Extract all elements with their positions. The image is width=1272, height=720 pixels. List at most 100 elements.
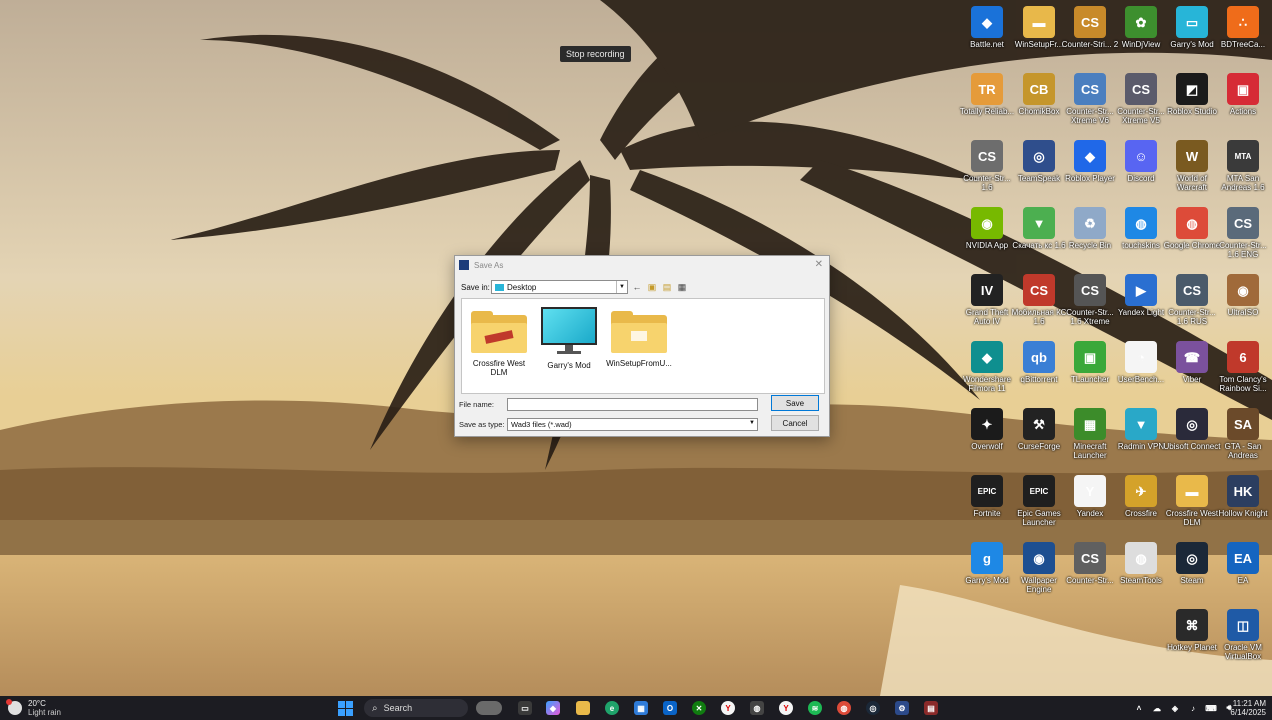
desktop-icon[interactable]: CS Counter-Str... 1.6 Xtreme	[1061, 274, 1119, 326]
desktop-icon[interactable]: ◍ Google Chrome	[1163, 207, 1221, 250]
app-icon: ▬	[1023, 6, 1055, 38]
desktop-icon[interactable]: ◎ Ubisoft Connect	[1163, 408, 1221, 451]
cancel-button[interactable]: Cancel	[771, 415, 819, 431]
cloud-icon[interactable]: ☁	[1150, 701, 1164, 715]
steam-tools-icon[interactable]: ◍	[750, 701, 764, 715]
desktop-icon[interactable]: ☺ Discord	[1112, 140, 1170, 183]
view-menu-icon[interactable]: ▦	[676, 281, 688, 293]
desktop-icon[interactable]: ◆ Roblox Player	[1061, 140, 1119, 183]
edge-icon[interactable]: e	[605, 701, 619, 715]
desktop-icon[interactable]: ▦ Minecraft Launcher	[1061, 408, 1119, 460]
desktop-icon[interactable]: ◉ UltraISO	[1214, 274, 1272, 317]
desktop-icon[interactable]: ▬ Crossfire West DLM	[1163, 475, 1221, 527]
dialog-title-bar[interactable]: Save As	[455, 256, 829, 274]
tool-icon[interactable]: ⚙	[895, 701, 909, 715]
chevron-up-icon[interactable]: ˄	[1132, 701, 1146, 715]
save-button[interactable]: Save	[771, 395, 819, 411]
desktop-icon[interactable]: CS Counter-Stri... 2	[1061, 6, 1119, 49]
widgets-icon[interactable]	[476, 701, 502, 715]
up-folder-icon[interactable]: ▣	[646, 281, 658, 293]
desktop-icon[interactable]: CS Counter-Str... 1.6	[958, 140, 1016, 192]
desktop-icon[interactable]: ♻ Recycle Bin	[1061, 207, 1119, 250]
new-folder-icon[interactable]: ▤	[661, 281, 673, 293]
outlook-icon[interactable]: O	[663, 701, 677, 715]
desktop-icon[interactable]: CS Counter-Str... Xtreme V6	[1061, 73, 1119, 125]
desktop-icon[interactable]: CB ChomikBox	[1010, 73, 1068, 116]
desktop-icon[interactable]: W World of Warcraft	[1163, 140, 1221, 192]
desktop-icon[interactable]: ✈ Crossfire	[1112, 475, 1170, 518]
desktop-icon[interactable]: Y Yandex	[1061, 475, 1119, 518]
desktop-icon[interactable]: CS Counter-Str... 1.6 RUS	[1163, 274, 1221, 326]
desktop-icon[interactable]: qb qBittorrent	[1010, 341, 1068, 384]
desktop-icon[interactable]: ✦ Overwolf	[958, 408, 1016, 451]
list-item[interactable]: Crossfire West DLM	[464, 307, 534, 377]
desktop-icon[interactable]: ◫ Oracle VM VirtualBox	[1214, 609, 1272, 661]
desktop-icon[interactable]: ▼ Radmin VPN	[1112, 408, 1170, 451]
spotify-icon[interactable]: ≋	[808, 701, 822, 715]
list-item[interactable]: Garry's Mod	[534, 307, 604, 370]
close-icon[interactable]: ✕	[815, 259, 823, 270]
yandex-browser-icon[interactable]: Y	[779, 701, 793, 715]
yandex-icon[interactable]: Y	[721, 701, 735, 715]
save-in-dropdown[interactable]: Desktop ▼	[491, 280, 628, 294]
file-name-input[interactable]	[507, 398, 758, 411]
desktop-icon[interactable]: ◍ touchskins	[1112, 207, 1170, 250]
desktop-icon[interactable]: HK Hollow Knight	[1214, 475, 1272, 518]
desktop-icon[interactable]: ▭ Garry's Mod	[1163, 6, 1221, 49]
desktop-icon[interactable]: ▬ WinSetupFr...	[1010, 6, 1068, 49]
desktop-icon[interactable]: ◆ Wondershare Filmora 11	[958, 341, 1016, 393]
store-icon[interactable]: ▦	[634, 701, 648, 715]
app-tray-icon[interactable]: ◈	[1168, 701, 1182, 715]
desktop-icon[interactable]: MTA MTA San Andreas 1.6	[1214, 140, 1272, 192]
desktop-icon[interactable]: ▣ Actions	[1214, 73, 1272, 116]
desktop-icon[interactable]: EPIC Fortnite	[958, 475, 1016, 518]
desktop-icon[interactable]: CS Мобильная КС 1.6	[1010, 274, 1068, 326]
start-button[interactable]	[338, 701, 353, 716]
steam-icon[interactable]: ◎	[866, 701, 880, 715]
desktop-icon[interactable]: ∴ BDTreeCa...	[1214, 6, 1272, 49]
task-view-icon[interactable]: ▭	[518, 701, 532, 715]
language-icon[interactable]: ⌨	[1204, 701, 1218, 715]
mic-icon[interactable]: ♪	[1186, 701, 1200, 715]
desktop-icon-label: WinSetupFr...	[1014, 40, 1064, 49]
desktop-icon[interactable]: ▼ Скачать кс 1.6	[1010, 207, 1068, 250]
editor-icon[interactable]: ▤	[924, 701, 938, 715]
desktop-icon[interactable]: ◉ NVIDIA App	[958, 207, 1016, 250]
back-icon[interactable]: ←	[631, 281, 643, 293]
desktop-icon[interactable]: ◉ Wallpaper Engine	[1010, 542, 1068, 594]
desktop-icon[interactable]: CS Counter-Str... Xtreme V5	[1112, 73, 1170, 125]
desktop-icon[interactable]: g Garry's Mod	[958, 542, 1016, 585]
desktop-icon[interactable]: ◆ Battle.net	[958, 6, 1016, 49]
desktop-icon[interactable]: ☎ Viber	[1163, 341, 1221, 384]
desktop-icon[interactable]: ▣ TLauncher	[1061, 341, 1119, 384]
desktop-icon[interactable]: ◔ UserBench...	[1112, 341, 1170, 384]
weather-widget[interactable]: 20°C Light rain	[6, 699, 61, 717]
desktop-icon[interactable]: ◎ TeamSpeak	[1010, 140, 1068, 183]
desktop-icon[interactable]: 6 Tom Clancy's Rainbow Si...	[1214, 341, 1272, 393]
app-icon: ☎	[1176, 341, 1208, 373]
list-item[interactable]: WinSetupFromU...	[604, 307, 674, 368]
desktop-icon[interactable]: SA GTA - San Andreas	[1214, 408, 1272, 460]
desktop-icon[interactable]: ✿ WinDjView	[1112, 6, 1170, 49]
desktop-icon[interactable]: CS Counter-Str...	[1061, 542, 1119, 585]
desktop-icon[interactable]: ⚒ CurseForge	[1010, 408, 1068, 451]
save-as-type-dropdown[interactable]: Wad3 files (*.wad) ▼	[507, 418, 758, 431]
clock[interactable]: 11:21 AM 6/14/2025	[1230, 699, 1266, 717]
taskbar-search[interactable]: ⌕ Search	[364, 699, 468, 717]
desktop-icon[interactable]: ⌘ Hotkey Planet	[1163, 609, 1221, 652]
desktop-icon[interactable]: ▶ Yandex Light	[1112, 274, 1170, 317]
desktop-icon[interactable]: IV Grand Theft Auto IV	[958, 274, 1016, 326]
file-explorer-icon[interactable]	[576, 701, 590, 715]
monitor-icon	[541, 307, 597, 357]
desktop-icon-label: qBittorrent	[1020, 375, 1058, 384]
desktop-icon[interactable]: EA EA	[1214, 542, 1272, 585]
desktop-icon[interactable]: ◎ Steam	[1163, 542, 1221, 585]
desktop-icon[interactable]: ◍ SteamTools	[1112, 542, 1170, 585]
desktop-icon[interactable]: TR Totally Reliab...	[958, 73, 1016, 116]
copilot-icon[interactable]: ◆	[546, 701, 560, 715]
desktop-icon[interactable]: EPIC Epic Games Launcher	[1010, 475, 1068, 527]
xbox-icon[interactable]: ✕	[692, 701, 706, 715]
desktop-icon[interactable]: ◩ Roblox Studio	[1163, 73, 1221, 116]
chrome-icon[interactable]: ◍	[837, 701, 851, 715]
desktop-icon[interactable]: CS Counter-Str... 1.6 ENG	[1214, 207, 1272, 259]
